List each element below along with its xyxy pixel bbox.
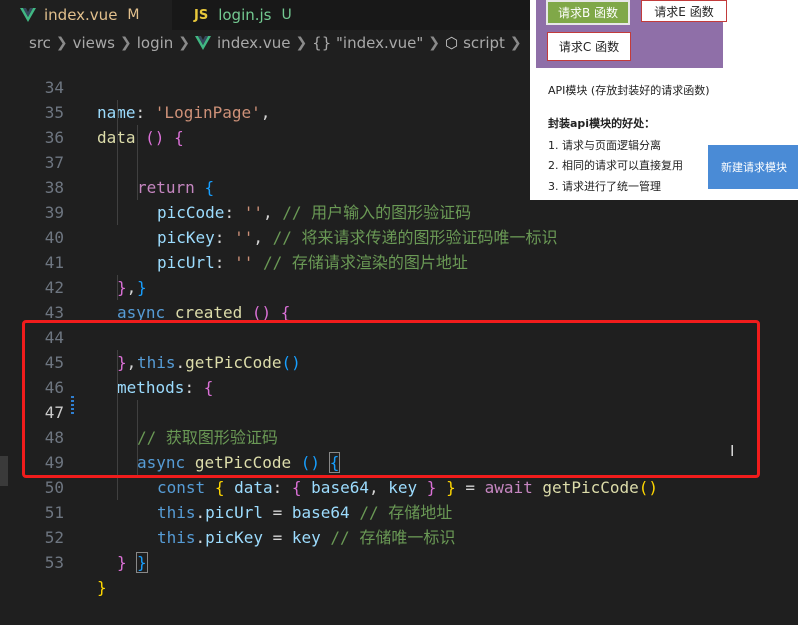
benefit-item: 2. 相同的请求可以直接复用: [548, 159, 683, 172]
request-functions-panel: 请求B 函数 请求E 函数 请求C 函数: [536, 0, 727, 68]
code-line[interactable]: 51 }: [0, 475, 798, 573]
chevron-right-icon: ❯: [509, 35, 522, 51]
request-b-box: 请求B 函数: [546, 0, 630, 25]
benefit-item: 3. 请求进行了统一管理: [548, 180, 661, 193]
highlight-annotation: [22, 320, 760, 478]
tab-index-vue[interactable]: index.vue M: [0, 0, 172, 31]
chevron-right-icon: ❯: [428, 35, 440, 51]
code-line[interactable]: 53 }: [0, 525, 798, 597]
request-e-box: 请求E 函数: [641, 0, 727, 22]
benefit-item: 1. 请求与页面逻辑分离: [548, 139, 661, 152]
chevron-right-icon: ❯: [295, 35, 308, 51]
tab-login-js[interactable]: JS login.js U: [172, 0, 352, 30]
slide-overlay: 请求B 函数 请求E 函数 请求C 函数 API模块 (存放封装好的请求函数) …: [530, 0, 798, 200]
chevron-right-icon: ❯: [178, 35, 191, 51]
line-number: 53: [44, 553, 64, 572]
modified-flag: M: [127, 7, 140, 23]
untracked-flag: U: [281, 7, 292, 23]
vue-icon: [20, 8, 36, 22]
js-icon: JS: [194, 7, 209, 23]
code-line[interactable]: 42 async created () {: [0, 250, 798, 322]
api-module-caption: API模块 (存放封装好的请求函数): [548, 84, 710, 97]
chevron-right-icon: ❯: [55, 35, 68, 51]
tab-label: index.vue: [44, 6, 118, 24]
vue-icon: [195, 36, 212, 50]
text-cursor-icon: I: [730, 442, 735, 460]
code-line[interactable]: 40 }: [0, 200, 798, 297]
code-line[interactable]: 52 }: [0, 500, 798, 572]
code-line[interactable]: 43 this.getPicCode(): [0, 275, 798, 372]
code-text: }: [117, 553, 127, 572]
benefits-title: 封装api模块的好处：: [548, 117, 656, 130]
request-c-box: 请求C 函数: [547, 32, 631, 61]
new-request-module-button[interactable]: 新建请求模块: [708, 145, 798, 189]
code-text: }: [136, 552, 148, 573]
chevron-right-icon: ❯: [120, 35, 132, 51]
code-text: }: [97, 578, 107, 597]
code-line[interactable]: 41 },: [0, 225, 798, 297]
tab-label: login.js: [218, 6, 272, 24]
